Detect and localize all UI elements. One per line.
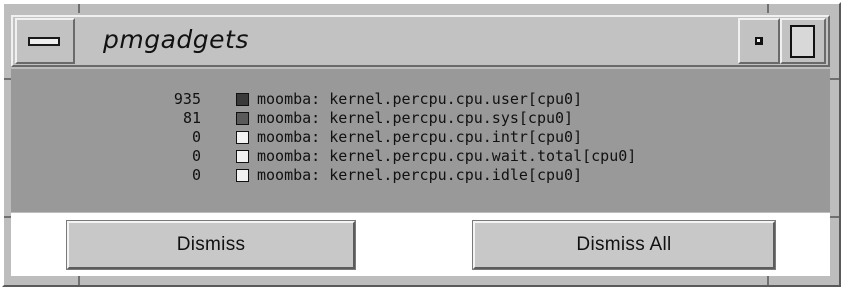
metric-value: 0 — [191, 128, 201, 146]
metric-label: moomba: kernel.percpu.cpu.idle[cpu0] — [257, 166, 583, 184]
title-bar[interactable]: pmgadgets — [11, 15, 830, 67]
metric-value: 81 — [182, 109, 201, 127]
resize-edge-right-bottom[interactable] — [830, 216, 839, 218]
metric-row: 81 moomba: kernel.percpu.cpu.sys[cpu0] — [11, 109, 811, 128]
window-menu-icon — [28, 37, 60, 46]
metric-row: 0 moomba: kernel.percpu.cpu.intr[cpu0] — [11, 128, 811, 147]
button-bar: Dismiss Dismiss All — [11, 213, 830, 276]
metrics-list: 935 moomba: kernel.percpu.cpu.user[cpu0]… — [11, 90, 811, 185]
resize-corner-bottom-left[interactable] — [78, 276, 80, 285]
metric-value: 0 — [191, 147, 201, 165]
metric-color-swatch — [236, 112, 249, 125]
metric-label: moomba: kernel.percpu.cpu.user[cpu0] — [257, 90, 583, 108]
metric-color-swatch — [236, 150, 249, 163]
minimize-button[interactable] — [738, 18, 780, 64]
metric-row: 0 moomba: kernel.percpu.cpu.wait.total[c… — [11, 147, 811, 166]
resize-corner-bottom-right[interactable] — [767, 276, 769, 285]
dismiss-button[interactable]: Dismiss — [66, 220, 356, 270]
metric-value: 0 — [191, 166, 201, 184]
resize-edge-right-top[interactable] — [830, 78, 839, 80]
maximize-icon — [790, 25, 815, 58]
resize-corner-top-left[interactable] — [78, 4, 80, 13]
metric-row: 935 moomba: kernel.percpu.cpu.user[cpu0] — [11, 90, 811, 109]
maximize-button[interactable] — [780, 18, 826, 64]
metric-label: moomba: kernel.percpu.cpu.sys[cpu0] — [257, 109, 574, 127]
metric-color-swatch — [236, 131, 249, 144]
metrics-panel: 935 moomba: kernel.percpu.cpu.user[cpu0]… — [11, 69, 830, 212]
metric-row: 0 moomba: kernel.percpu.cpu.idle[cpu0] — [11, 166, 811, 185]
window-menu-button[interactable] — [15, 18, 75, 64]
metric-value: 935 — [173, 90, 201, 108]
dismiss-all-button[interactable]: Dismiss All — [472, 220, 776, 270]
metric-color-swatch — [236, 169, 249, 182]
metric-label: moomba: kernel.percpu.cpu.intr[cpu0] — [257, 128, 583, 146]
window-title: pmgadgets — [103, 25, 249, 54]
metric-color-swatch — [236, 93, 249, 106]
resize-corner-top-right[interactable] — [767, 4, 769, 13]
metric-label: moomba: kernel.percpu.cpu.wait.total[cpu… — [257, 147, 637, 165]
minimize-icon — [755, 37, 763, 45]
